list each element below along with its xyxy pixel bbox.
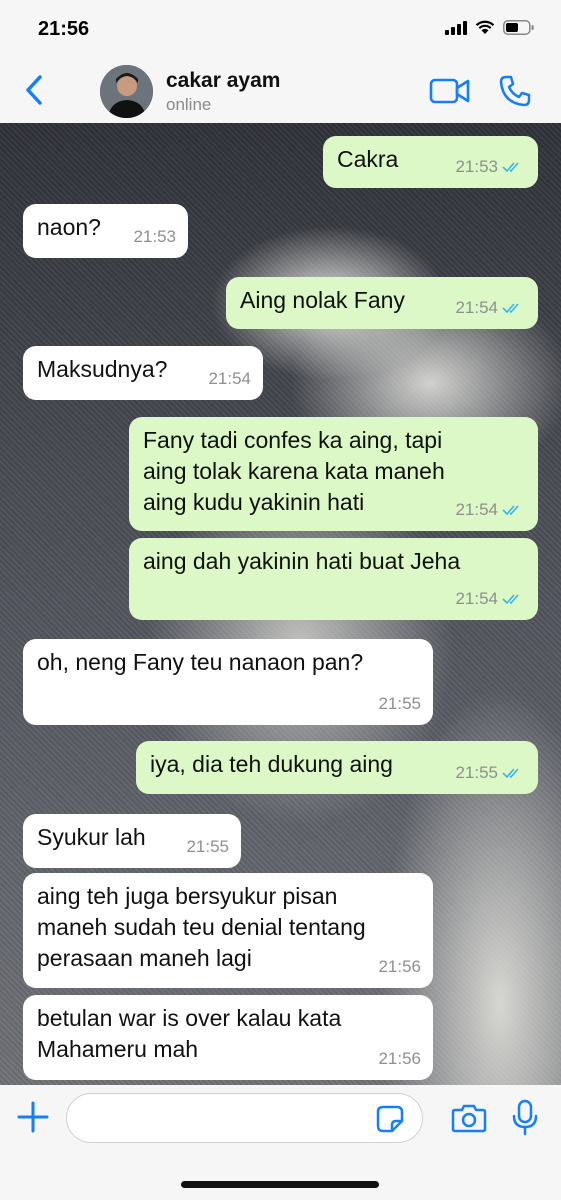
message-bubble-incoming[interactable]: Maksudnya? 21:54 [23,346,263,400]
microphone-button[interactable] [510,1099,540,1137]
status-bar: 21:56 [0,0,561,58]
message-time: 21:56 [378,1049,421,1068]
message-time: 21:54 [455,298,498,317]
plus-icon [17,1101,49,1133]
message-time: 21:55 [378,694,421,713]
microphone-icon [512,1099,538,1136]
phone-icon [499,75,531,107]
message-meta: 21:54 [455,494,526,525]
message-meta: 21:53 [455,151,526,182]
message-text: betulan war is over kalau kata Mahameru … [37,1005,342,1062]
message-bubble-outgoing[interactable]: Fany tadi confes ka aing, tapi aing tola… [129,417,538,531]
contact-name[interactable]: cakar ayam [166,69,280,93]
voice-call-button[interactable] [498,74,532,108]
message-bubble-outgoing[interactable]: iya, dia teh dukung aing 21:55 [136,741,538,794]
double-check-icon [502,161,519,172]
chat-header: cakar ayam online [0,58,561,123]
status-icons [445,20,535,35]
message-time: 21:54 [455,500,498,519]
message-bubble-incoming[interactable]: oh, neng Fany teu nanaon pan? 21:55 [23,639,433,725]
sticker-icon [376,1105,404,1133]
camera-icon [451,1104,487,1133]
message-meta: 21:56 [378,1043,421,1074]
message-bubble-incoming[interactable]: naon? 21:53 [23,204,188,258]
message-bubble-outgoing[interactable]: Cakra 21:53 [323,136,538,188]
double-check-icon [502,593,519,604]
message-time: 21:54 [455,589,498,608]
chat-area[interactable]: Cakra 21:53 naon? 21:53 Aing nolak Fany … [0,123,561,1085]
message-meta: 21:55 [378,688,421,719]
input-bar [0,1085,561,1200]
message-meta: 21:54 [455,292,526,323]
signal-icon [445,20,467,35]
message-bubble-incoming[interactable]: aing teh juga bersyukur pisan maneh suda… [23,873,433,988]
message-bubble-outgoing[interactable]: Aing nolak Fany 21:54 [226,277,538,329]
message-meta: 21:56 [378,951,421,982]
sticker-button[interactable] [375,1104,405,1134]
back-button[interactable] [20,72,48,108]
home-indicator [181,1181,379,1188]
double-check-icon [502,504,519,515]
message-bubble-incoming[interactable]: Syukur lah 21:55 [23,814,241,868]
message-meta: 21:54 [455,583,526,614]
message-time: 21:56 [378,957,421,976]
chevron-left-icon [26,75,42,105]
message-meta: 21:55 [186,831,229,862]
contact-status: online [166,95,212,114]
attach-button[interactable] [16,1100,50,1134]
video-camera-icon [429,78,470,104]
message-text: aing dah yakinin hati buat Jeha [143,548,461,574]
wifi-icon [475,20,495,35]
message-time: 21:54 [208,369,251,388]
message-meta: 21:53 [133,221,176,252]
message-time: 21:55 [455,763,498,782]
message-text: aing teh juga bersyukur pisan maneh suda… [37,883,366,971]
message-bubble-outgoing[interactable]: aing dah yakinin hati buat Jeha 21:54 [129,538,538,620]
message-meta: 21:54 [208,363,251,394]
status-time: 21:56 [38,18,90,40]
message-time: 21:53 [133,227,176,246]
message-time: 21:55 [186,837,229,856]
message-text: oh, neng Fany teu nanaon pan? [37,649,364,675]
avatar[interactable] [100,65,153,118]
message-input[interactable] [66,1093,423,1143]
message-meta: 21:55 [455,757,526,788]
message-time: 21:53 [455,157,498,176]
camera-button[interactable] [451,1101,487,1135]
video-call-button[interactable] [429,76,471,106]
double-check-icon [502,767,519,778]
battery-icon [503,20,535,35]
double-check-icon [502,302,519,313]
message-bubble-incoming[interactable]: betulan war is over kalau kata Mahameru … [23,995,433,1080]
